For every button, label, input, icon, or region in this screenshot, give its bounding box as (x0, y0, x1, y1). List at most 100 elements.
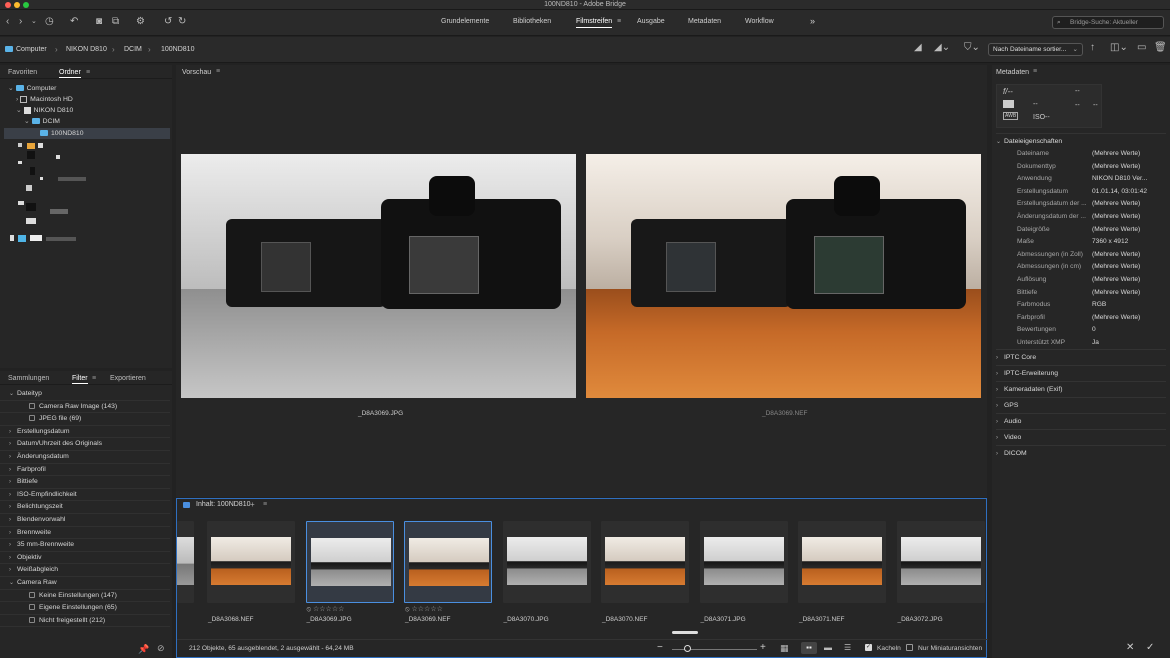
metadata-value[interactable]: 7360 x 4912 (1092, 236, 1128, 249)
metadata-value[interactable]: (Mehrere Werte) (1092, 198, 1140, 211)
breadcrumb-dcim[interactable]: DCIM (124, 46, 142, 53)
menu-icon[interactable]: ≡ (1033, 68, 1037, 75)
open-recent-icon[interactable]: ◫⌄ (1110, 42, 1128, 54)
back-icon[interactable]: ‹ (6, 16, 9, 28)
kacheln-checkbox[interactable]: ✓ (865, 644, 872, 651)
zoom-in-icon[interactable]: + (760, 642, 766, 653)
camera-import-icon[interactable]: ◙ (96, 16, 102, 28)
rating-stars[interactable]: ⦸ ☆☆☆☆☆ (307, 605, 345, 614)
zoom-slider-thumb[interactable] (684, 645, 691, 652)
filter-checkbox[interactable] (29, 604, 35, 611)
filter-category[interactable]: › Belichtungszeit (0, 501, 170, 514)
thumb-partial[interactable] (177, 521, 194, 603)
metadata-value[interactable]: NIKON D810 Ver... (1092, 173, 1147, 186)
list-view-icon[interactable]: ☰ (844, 643, 851, 652)
metadata-value[interactable]: (Mehrere Werte) (1092, 274, 1140, 287)
filter-option[interactable]: Eigene Einstellungen (65) (0, 602, 170, 615)
filter-checkbox[interactable] (29, 591, 35, 598)
thumbnail[interactable] (502, 521, 591, 603)
chevron-down-icon[interactable]: ⌄ (31, 16, 37, 28)
filter-checkbox[interactable] (29, 415, 35, 422)
refine-icon[interactable]: ⧉ (112, 16, 119, 28)
tree-item-dcim[interactable]: ⌄ DCIM (24, 116, 60, 127)
cancel-icon[interactable]: ✕ (1126, 642, 1134, 653)
tab-filter[interactable]: Filter (72, 375, 88, 384)
new-folder-icon[interactable]: ▭ (1137, 42, 1146, 54)
tree-item-100nd810[interactable]: 100ND810 (4, 128, 170, 139)
recent-icon[interactable]: ◷ (45, 16, 54, 28)
boomerang-icon[interactable]: ↶ (70, 16, 78, 28)
metadata-value[interactable]: 01.01.14, 03:01:42 (1092, 186, 1147, 199)
metadata-value[interactable]: (Mehrere Werte) (1092, 148, 1140, 161)
workspace-metadaten[interactable]: Metadaten (688, 18, 721, 25)
metadata-value[interactable]: (Mehrere Werte) (1092, 287, 1140, 300)
workspace-bibliotheken[interactable]: Bibliotheken (513, 18, 551, 25)
menu-icon[interactable]: ≡ (617, 18, 621, 25)
section-dateieigenschaften[interactable]: ⌄ Dateieigenschaften (996, 133, 1166, 148)
pin-icon[interactable]: 📌 (138, 644, 149, 655)
filter-category[interactable]: › Weißabgleich (0, 564, 170, 577)
workspace-workflow[interactable]: Workflow (745, 18, 774, 25)
metadata-value[interactable]: (Mehrere Werte) (1092, 261, 1140, 274)
preview-image-jpg[interactable] (181, 154, 576, 398)
more-workspaces-button[interactable]: » (810, 16, 815, 26)
metadata-value[interactable]: (Mehrere Werte) (1092, 312, 1140, 325)
filter-category[interactable]: › Farbprofil (0, 464, 170, 477)
tab-exportieren[interactable]: Exportieren (110, 375, 146, 382)
metadata-value[interactable]: (Mehrere Werte) (1092, 211, 1140, 224)
add-icon[interactable]: + (250, 500, 255, 509)
metadata-section[interactable]: › IPTC-Erweiterung (996, 365, 1166, 380)
metadata-value[interactable]: RGB (1092, 299, 1106, 312)
miniatur-checkbox[interactable] (906, 644, 913, 651)
menu-icon[interactable]: ≡ (216, 68, 220, 75)
metadata-section[interactable]: › Kameradaten (Exif) (996, 381, 1166, 396)
menu-icon[interactable]: ≡ (263, 501, 267, 508)
search-field[interactable]: ⌕ Bridge-Suche: Aktueller (1052, 16, 1164, 29)
rotate-right-icon[interactable]: ↻ (178, 16, 186, 28)
filter-option[interactable]: JPEG file (69) (0, 413, 170, 426)
filter-category[interactable]: › Blendenvorwahl (0, 514, 170, 527)
filter-category[interactable]: › 35 mm-Brennweite (0, 539, 170, 552)
details-view-icon[interactable]: ▬ (824, 643, 832, 652)
filter-icon[interactable]: ⛉⌄ (964, 42, 980, 54)
workspace-grundelemente[interactable]: Grundelemente (441, 18, 489, 25)
breadcrumb-100nd810[interactable]: 100ND810 (161, 46, 194, 53)
metadata-section[interactable]: › IPTC Core (996, 349, 1166, 364)
thumbnail[interactable] (798, 521, 886, 603)
tree-item-macintosh-hd[interactable]: › Macintosh HD (16, 94, 73, 105)
metadata-value[interactable]: (Mehrere Werte) (1092, 249, 1140, 262)
metadata-section[interactable]: › GPS (996, 397, 1166, 412)
tab-sammlungen[interactable]: Sammlungen (8, 375, 49, 382)
resize-handle[interactable] (672, 631, 698, 634)
thumbnail[interactable] (601, 521, 689, 603)
tree-item-nikon[interactable]: ⌄ NIKON D810 (16, 105, 73, 116)
rating-stars[interactable]: ⦸ ☆☆☆☆☆ (405, 605, 443, 614)
filter-category[interactable]: › Objektiv (0, 552, 170, 565)
camera-raw-icon[interactable]: ⚙ (136, 16, 145, 28)
filter-category[interactable]: › Erstellungsdatum (0, 426, 170, 439)
tree-item-computer[interactable]: ⌄ Computer (8, 83, 56, 94)
thumbnail[interactable] (305, 521, 394, 603)
zoom-out-icon[interactable]: − (657, 642, 663, 653)
filter-category[interactable]: › Brennweite (0, 527, 170, 540)
filter-category[interactable]: › ISO-Empfindlichkeit (0, 489, 170, 502)
metadata-value[interactable]: (Mehrere Werte) (1092, 224, 1140, 237)
breadcrumb-nikon[interactable]: NIKON D810 (66, 46, 107, 53)
forward-icon[interactable]: › (19, 16, 22, 28)
rotate-left-icon[interactable]: ↺ (164, 16, 172, 28)
filter-category[interactable]: › Änderungsdatum (0, 451, 170, 464)
metadata-section[interactable]: › Video (996, 429, 1166, 444)
quality-icon[interactable]: ◢ (914, 42, 922, 54)
filter-category[interactable]: › Datum/Uhrzeit des Originals (0, 438, 170, 451)
menu-icon[interactable]: ≡ (92, 375, 96, 382)
thumbnail[interactable] (699, 521, 788, 603)
trash-icon[interactable]: 🗑 (1154, 42, 1167, 54)
tab-ordner[interactable]: Ordner (59, 69, 81, 78)
apply-icon[interactable]: ✓ (1146, 642, 1154, 653)
thumbnail-view-icon[interactable]: ▪▪ (801, 642, 817, 654)
filter-option[interactable]: Camera Raw Image (143) (0, 401, 170, 414)
filter-category[interactable]: › Bittiefe (0, 476, 170, 489)
breadcrumb-computer[interactable]: Computer (5, 46, 47, 53)
filter-checkbox[interactable] (29, 617, 35, 623)
workspace-filmstreifen[interactable]: Filmstreifen (576, 18, 613, 28)
